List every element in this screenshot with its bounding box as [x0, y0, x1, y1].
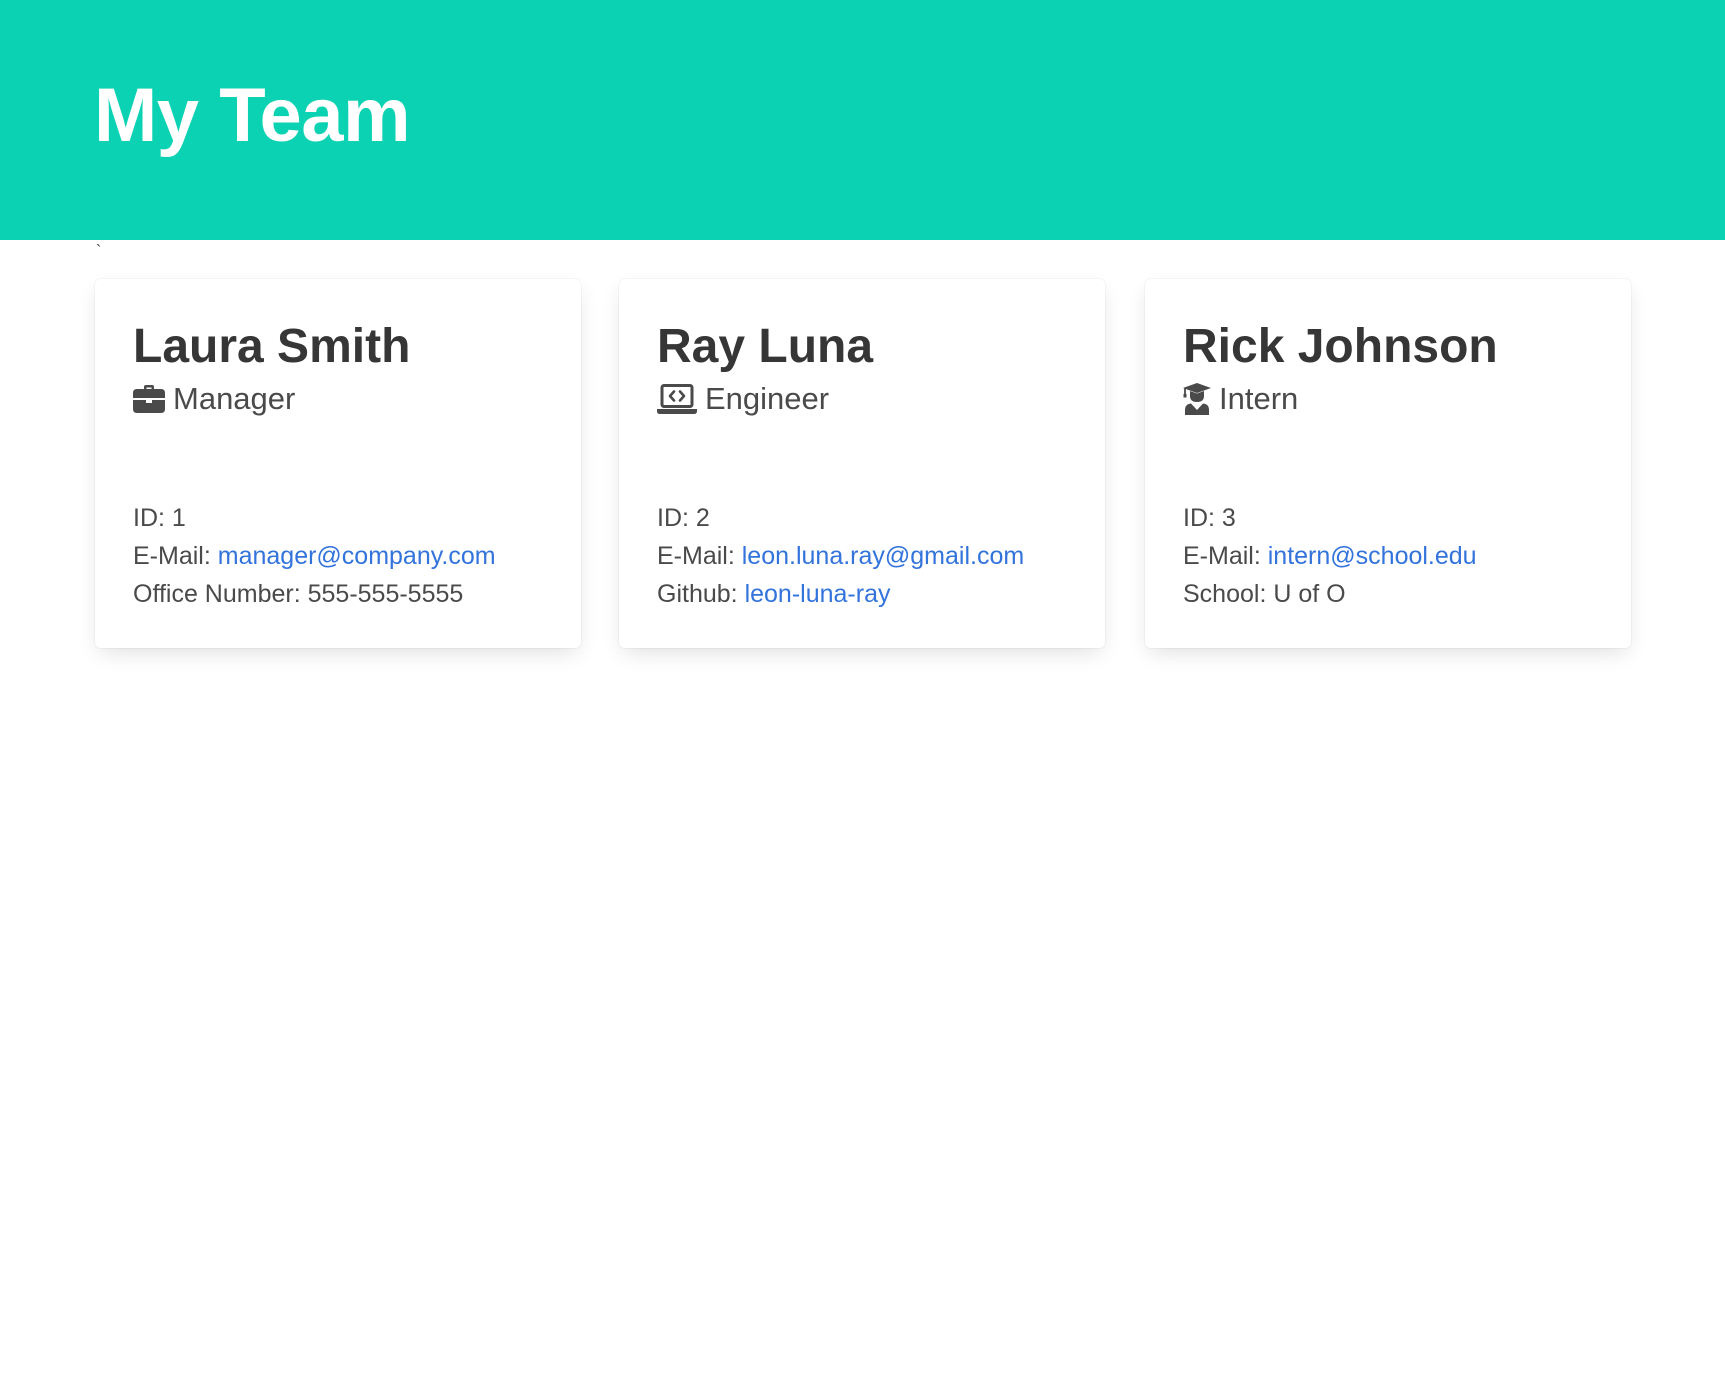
id-line: ID: 1: [133, 499, 496, 537]
id-label: ID:: [1183, 504, 1215, 532]
employee-details: ID: 3 E-Mail: intern@school.edu School: …: [1183, 499, 1477, 613]
office-number-label: Office Number:: [133, 580, 301, 608]
id-line: ID: 3: [1183, 499, 1477, 537]
email-line: E-Mail: leon.luna.ray@gmail.com: [657, 537, 1024, 575]
employee-name: Ray Luna: [657, 320, 874, 373]
laptop-code-icon: [657, 384, 697, 414]
briefcase-icon: [133, 385, 165, 413]
email-link[interactable]: intern@school.edu: [1268, 542, 1477, 570]
github-line: Github: leon-luna-ray: [657, 575, 1024, 613]
id-label: ID:: [657, 504, 689, 532]
employee-details: ID: 1 E-Mail: manager@company.com Office…: [133, 499, 496, 613]
id-label: ID:: [133, 504, 165, 532]
page-title: My Team: [94, 73, 411, 158]
email-line: E-Mail: intern@school.edu: [1183, 537, 1477, 575]
employee-role: Intern: [1183, 380, 1298, 418]
employee-card-manager: Laura Smith Manager ID: 1 E-Mail: manage…: [95, 279, 581, 648]
role-label: Manager: [173, 381, 296, 416]
id-value: 1: [171, 504, 186, 532]
email-link[interactable]: leon.luna.ray@gmail.com: [742, 542, 1024, 570]
role-label: Engineer: [705, 381, 830, 416]
role-label: Intern: [1219, 381, 1299, 416]
employee-role: Manager: [133, 380, 295, 418]
page-header: My Team: [0, 0, 1725, 240]
email-label: E-Mail:: [133, 542, 211, 570]
office-number-line: Office Number: 555-555-5555: [133, 575, 496, 613]
email-label: E-Mail:: [1183, 542, 1261, 570]
email-line: E-Mail: manager@company.com: [133, 537, 496, 575]
school-value: U of O: [1273, 580, 1346, 608]
employee-name: Laura Smith: [133, 320, 411, 373]
employee-card-intern: Rick Johnson Intern ID: 3 E-Mail: intern…: [1145, 279, 1631, 648]
employee-role: Engineer: [657, 380, 829, 418]
employee-details: ID: 2 E-Mail: leon.luna.ray@gmail.com Gi…: [657, 499, 1024, 613]
id-value: 2: [695, 504, 710, 532]
id-value: 3: [1221, 504, 1236, 532]
github-label: Github:: [657, 580, 738, 608]
office-number-value: 555-555-5555: [307, 580, 464, 608]
email-link[interactable]: manager@company.com: [218, 542, 496, 570]
employee-name: Rick Johnson: [1183, 320, 1498, 373]
school-line: School: U of O: [1183, 575, 1477, 613]
school-label: School:: [1183, 580, 1267, 608]
employee-card-engineer: Ray Luna Engineer ID: 2 E-Mail: leon.lun…: [619, 279, 1105, 648]
stray-backtick: `: [96, 243, 102, 260]
id-line: ID: 2: [657, 499, 1024, 537]
email-label: E-Mail:: [657, 542, 735, 570]
github-link[interactable]: leon-luna-ray: [745, 580, 891, 608]
graduate-icon: [1183, 383, 1211, 415]
